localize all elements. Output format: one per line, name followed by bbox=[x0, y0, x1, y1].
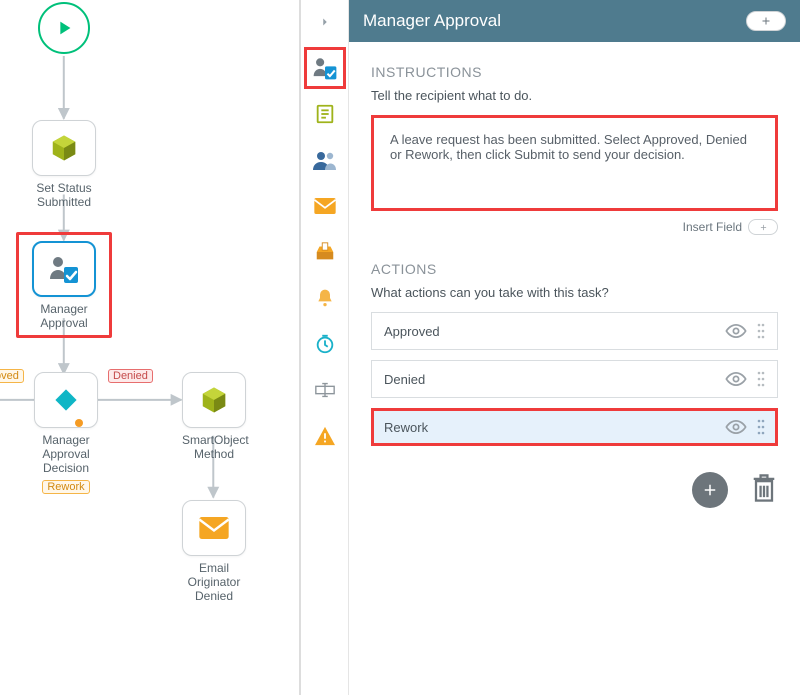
insert-field-label: Insert Field bbox=[683, 220, 742, 234]
tab-form[interactable] bbox=[311, 100, 339, 128]
drag-handle-icon[interactable] bbox=[757, 323, 765, 339]
node-label: Manager Approval Decision bbox=[26, 434, 106, 475]
workflow-canvas[interactable]: Set Status Submitted Manager Approval bbox=[0, 0, 300, 695]
tab-timer[interactable] bbox=[311, 330, 339, 358]
diamond-icon bbox=[51, 385, 81, 415]
cube-icon bbox=[199, 385, 229, 415]
bell-icon bbox=[315, 287, 335, 309]
cube-icon bbox=[49, 133, 79, 163]
text-cursor-icon bbox=[314, 381, 336, 399]
chevron-right-icon bbox=[318, 15, 332, 29]
trash-icon bbox=[750, 472, 778, 504]
tab-users[interactable] bbox=[311, 146, 339, 174]
play-icon bbox=[53, 17, 75, 39]
ballot-box-icon bbox=[314, 241, 336, 263]
add-action-button[interactable] bbox=[692, 472, 728, 508]
delete-action-button[interactable] bbox=[750, 472, 778, 508]
tab-reminders[interactable] bbox=[311, 284, 339, 312]
action-item-denied[interactable]: Denied bbox=[371, 360, 778, 398]
action-label: Denied bbox=[384, 372, 425, 387]
status-dot bbox=[75, 419, 83, 427]
drag-handle-icon[interactable] bbox=[757, 371, 765, 387]
tab-email[interactable] bbox=[311, 192, 339, 220]
clock-icon bbox=[314, 333, 336, 355]
start-node[interactable] bbox=[38, 2, 90, 54]
eye-icon[interactable] bbox=[725, 324, 747, 338]
panel-header: Manager Approval bbox=[349, 0, 800, 42]
plus-chip-icon bbox=[760, 15, 772, 27]
eye-icon[interactable] bbox=[725, 420, 747, 434]
people-icon bbox=[313, 150, 337, 170]
edge-label-denied: Denied bbox=[108, 366, 153, 384]
approval-decision-node[interactable]: Manager Approval Decision Rework bbox=[26, 372, 106, 494]
node-label: Email Originator Denied bbox=[182, 562, 246, 603]
insert-field-chip[interactable] bbox=[748, 219, 778, 235]
drag-handle-icon[interactable] bbox=[757, 419, 765, 435]
connector-lines bbox=[0, 0, 299, 695]
node-label: SmartObject Method bbox=[182, 434, 246, 462]
warning-icon bbox=[314, 426, 336, 446]
manager-approval-node[interactable]: Manager Approval bbox=[16, 232, 112, 338]
instructions-sub: Tell the recipient what to do. bbox=[371, 88, 778, 103]
actions-sub: What actions can you take with this task… bbox=[371, 285, 778, 300]
clipboard-approval-icon bbox=[48, 253, 80, 285]
instructions-textarea[interactable]: A leave request has been submitted. Sele… bbox=[371, 115, 778, 211]
set-status-node[interactable]: Set Status Submitted bbox=[32, 120, 96, 210]
instructions-heading: INSTRUCTIONS bbox=[371, 64, 778, 80]
edge-label-rework: Rework bbox=[42, 480, 89, 494]
tab-inbox[interactable] bbox=[311, 238, 339, 266]
email-denied-node[interactable]: Email Originator Denied bbox=[182, 500, 246, 603]
insert-field-chip-header[interactable] bbox=[746, 11, 786, 31]
instructions-text: A leave request has been submitted. Sele… bbox=[390, 132, 747, 162]
collapse-panel[interactable] bbox=[318, 8, 332, 36]
eye-icon[interactable] bbox=[725, 372, 747, 386]
plus-icon bbox=[701, 481, 719, 499]
tab-approval[interactable] bbox=[311, 54, 339, 82]
plus-chip-icon bbox=[759, 223, 768, 232]
envelope-icon bbox=[314, 198, 336, 214]
actions-heading: ACTIONS bbox=[371, 261, 778, 277]
node-label: Set Status Submitted bbox=[32, 182, 96, 210]
edge-label-approved-truncated: oved bbox=[0, 366, 24, 384]
tab-text[interactable] bbox=[311, 376, 339, 404]
side-tab-strip bbox=[301, 0, 349, 695]
node-label: Manager Approval bbox=[25, 303, 103, 331]
action-item-rework[interactable]: Rework bbox=[371, 408, 778, 446]
clipboard-approval-icon bbox=[312, 55, 338, 81]
action-label: Rework bbox=[384, 420, 428, 435]
panel-title: Manager Approval bbox=[363, 11, 501, 31]
mail-icon bbox=[199, 517, 229, 539]
action-label: Approved bbox=[384, 324, 440, 339]
smartobject-node[interactable]: SmartObject Method bbox=[182, 372, 246, 462]
tab-warnings[interactable] bbox=[311, 422, 339, 450]
action-item-approved[interactable]: Approved bbox=[371, 312, 778, 350]
form-icon bbox=[314, 103, 336, 125]
